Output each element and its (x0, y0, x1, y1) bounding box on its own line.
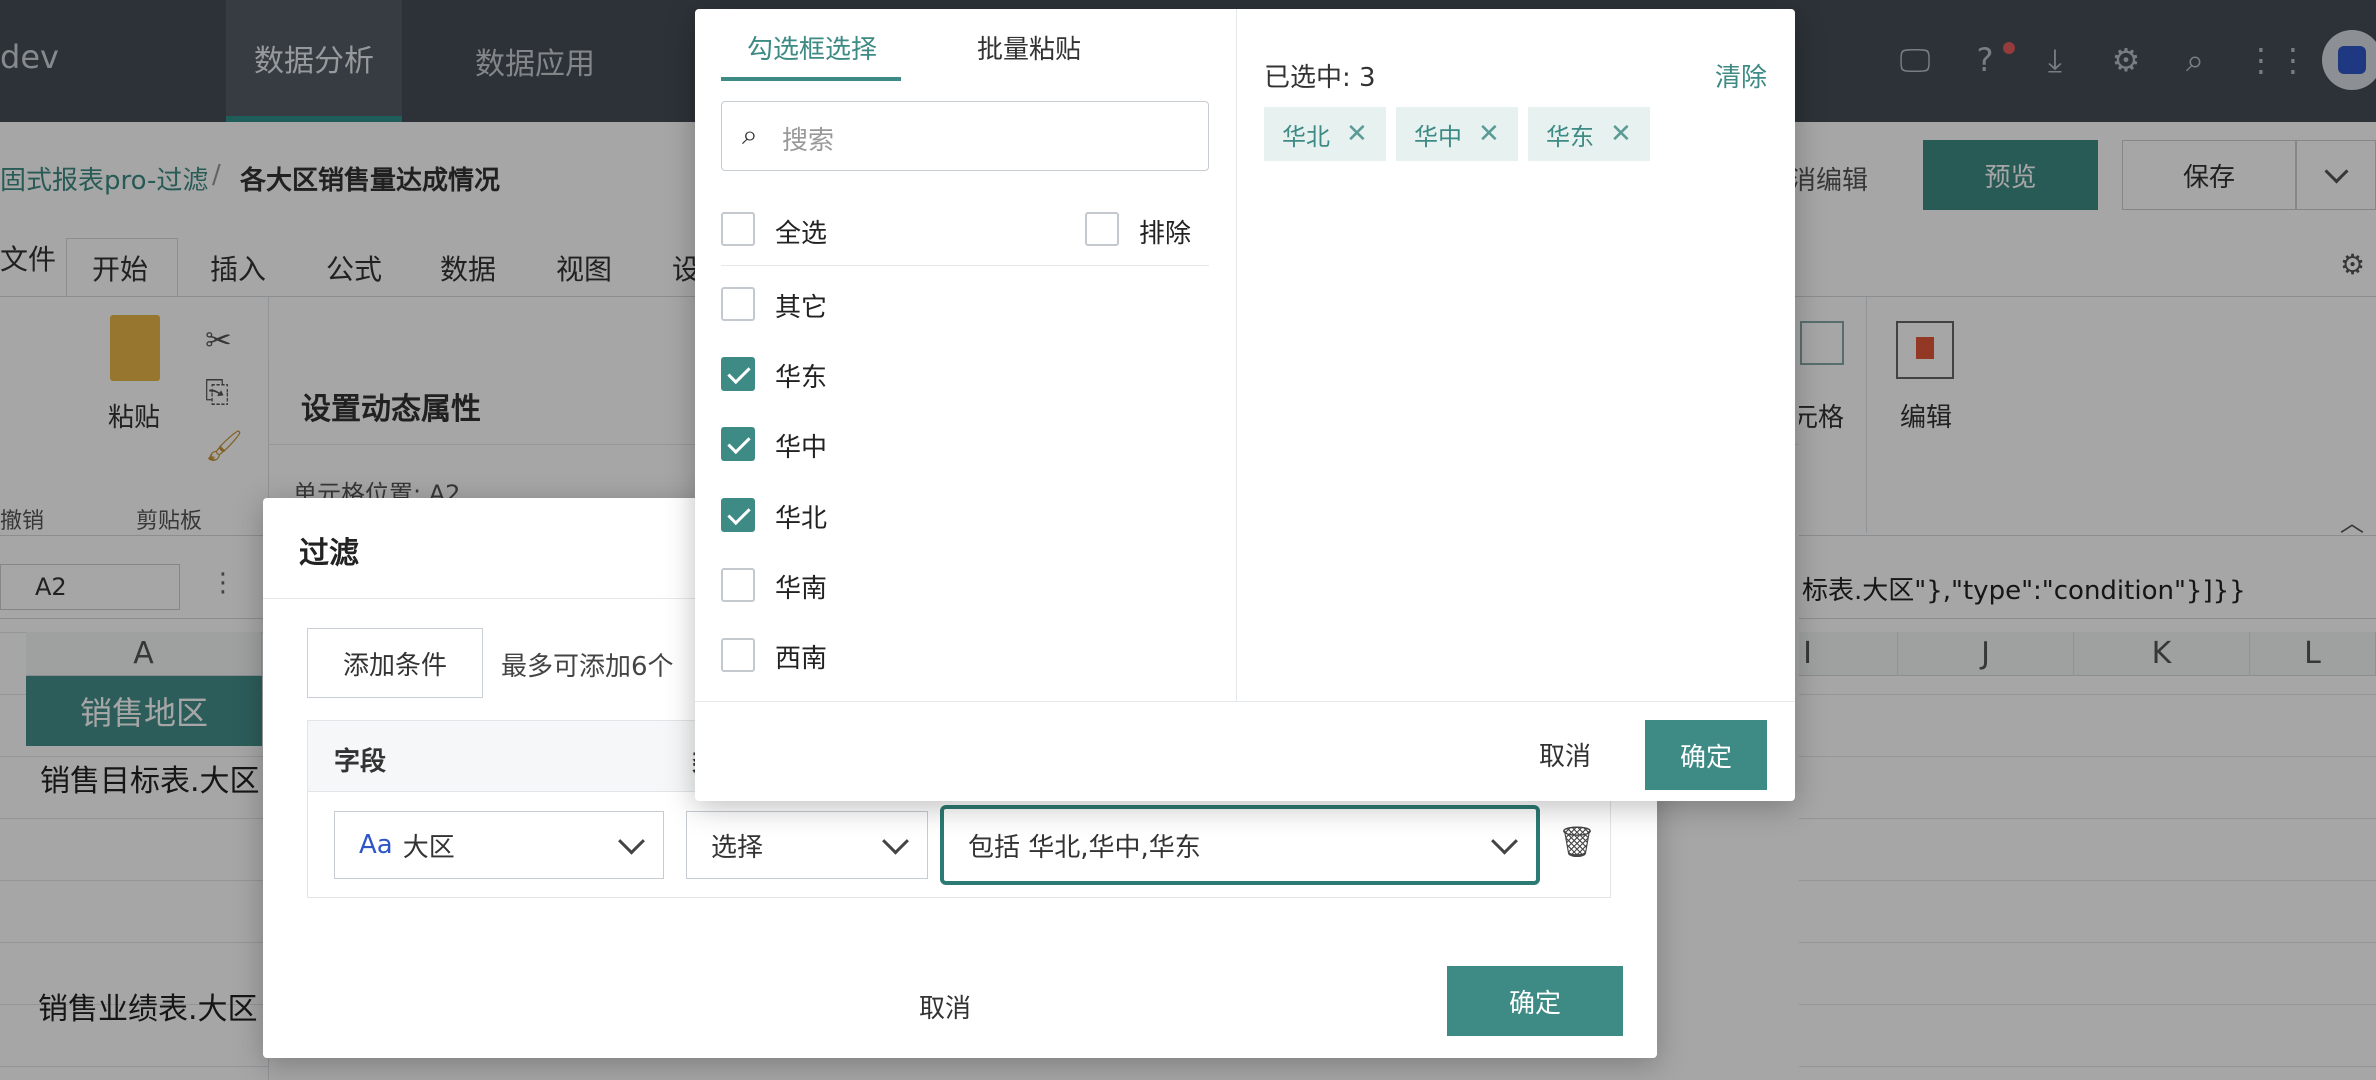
chevron-down-icon (1491, 827, 1518, 855)
close-icon[interactable]: ✕ (1478, 119, 1500, 149)
option-label-southwest[interactable]: 西南 (775, 638, 827, 675)
tab-batch-paste[interactable]: 批量粘贴 (977, 29, 1081, 66)
add-condition-button[interactable]: 添加条件 (307, 628, 483, 698)
option-checkbox-east[interactable] (721, 357, 755, 391)
option-checkbox-north[interactable] (721, 498, 755, 532)
value-picker-dropdown: 勾选框选择 批量粘贴 ⌕ 搜索 全选 排除 其它 华东 华中 华北 华南 西南 … (695, 9, 1795, 801)
selected-count: 已选中: 3 (1264, 63, 1376, 93)
exclude-checkbox[interactable] (1085, 212, 1119, 246)
selected-tag-north[interactable]: 华北 ✕ (1264, 107, 1386, 161)
close-icon[interactable]: ✕ (1346, 119, 1368, 149)
chevron-down-icon (618, 827, 645, 855)
option-label-central[interactable]: 华中 (775, 427, 827, 464)
clear-button[interactable]: 清除 (1715, 57, 1767, 94)
dialog-ok-button[interactable]: 确定 (1447, 966, 1623, 1036)
close-icon[interactable]: ✕ (1610, 119, 1632, 149)
search-input[interactable]: ⌕ 搜索 (721, 101, 1209, 171)
tag-label: 华东 (1546, 122, 1594, 151)
option-checkbox-south[interactable] (721, 568, 755, 602)
option-label-south[interactable]: 华南 (775, 568, 827, 605)
select-all-label[interactable]: 全选 (775, 213, 827, 250)
text-field-icon: Aa (359, 830, 393, 860)
select-all-checkbox[interactable] (721, 212, 755, 246)
mode-select[interactable]: 选择 (686, 811, 928, 879)
picker-cancel-button[interactable]: 取消 (1539, 736, 1591, 773)
dialog-cancel-button[interactable]: 取消 (919, 988, 971, 1025)
picker-footer: 取消 确定 (695, 701, 1795, 802)
field-column-header: 字段 (334, 747, 387, 777)
tag-label: 华中 (1414, 122, 1462, 151)
field-select[interactable]: Aa 大区 (334, 811, 664, 879)
value-select-value: 包括 华北,华中,华东 (968, 832, 1201, 863)
mode-select-value: 选择 (711, 832, 764, 863)
max-conditions-hint: 最多可添加6个 (501, 652, 674, 682)
dialog-title: 过滤 (299, 536, 359, 571)
selected-tag-east[interactable]: 华东 ✕ (1528, 107, 1650, 161)
picker-left-pane: 勾选框选择 批量粘贴 ⌕ 搜索 全选 排除 其它 华东 华中 华北 华南 西南 (695, 9, 1237, 701)
option-label-other[interactable]: 其它 (775, 287, 827, 324)
selected-tag-central[interactable]: 华中 ✕ (1396, 107, 1518, 161)
option-label-east[interactable]: 华东 (775, 357, 827, 394)
search-icon: ⌕ (742, 118, 758, 151)
field-select-value: 大区 (402, 832, 455, 863)
option-checkbox-other[interactable] (721, 287, 755, 321)
option-label-north[interactable]: 华北 (775, 498, 827, 535)
chevron-down-icon (882, 827, 909, 855)
option-checkbox-southwest[interactable] (721, 638, 755, 672)
trash-icon[interactable]: 🗑 (1558, 825, 1596, 860)
search-placeholder: 搜索 (782, 126, 835, 156)
value-select[interactable]: 包括 华北,华中,华东 (940, 805, 1540, 885)
option-checkbox-central[interactable] (721, 427, 755, 461)
picker-ok-button[interactable]: 确定 (1645, 720, 1767, 790)
tag-label: 华北 (1282, 122, 1330, 151)
tab-checkbox-select[interactable]: 勾选框选择 (747, 29, 877, 66)
exclude-label[interactable]: 排除 (1139, 213, 1191, 250)
